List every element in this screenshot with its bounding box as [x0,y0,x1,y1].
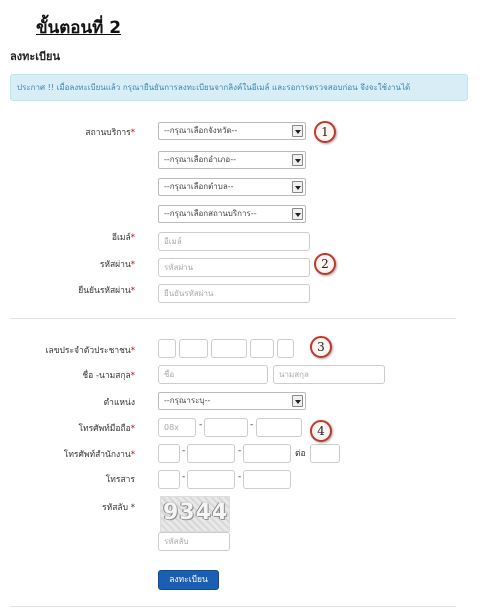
divider [10,318,456,319]
confirm-password-label: ยืนยันรหัสผ่าน* [78,286,135,296]
first-name-field[interactable]: ชื่อ [158,365,268,384]
subdistrict-select[interactable]: --กรุณาเลือกตำบล-- [158,178,306,196]
captcha-label: รหัสลับ * [102,503,135,513]
dash: - [238,446,242,456]
annotation-marker-2: 2 [314,253,336,275]
chevron-down-icon [292,181,303,193]
id-card-field-3[interactable] [211,339,247,358]
fax-end-field[interactable] [243,470,291,489]
chevron-down-icon [292,154,303,166]
mobile-mid-field[interactable] [204,418,248,437]
step-title: ขั้นตอนที่ 2 [36,18,122,38]
id-card-field-5[interactable] [277,339,294,358]
id-card-field-4[interactable] [250,339,274,358]
id-card-field-2[interactable] [179,339,208,358]
position-select[interactable]: --กรุณาระบุ-- [158,392,306,410]
fax-area-field[interactable] [158,470,180,489]
password-field[interactable]: รหัสผ่าน [158,258,310,277]
id-card-field-1[interactable] [158,339,176,358]
chevron-down-icon [292,395,303,407]
mobile-end-field[interactable] [256,418,302,437]
office-phone-label: โทรศัพท์สำนักงาน* [63,450,135,460]
mobile-label: โทรศัพท์มือถือ* [78,424,135,434]
chevron-down-icon [292,208,303,220]
dash: - [182,472,186,482]
password-label: รหัสผ่าน* [99,260,135,270]
annotation-marker-1: 1 [314,121,336,143]
district-select[interactable]: --กรุณาเลือกอำเภอ-- [158,151,306,169]
office-phone-end-field[interactable] [243,444,291,463]
captcha-image: 9344 [160,496,230,532]
dash: - [182,446,186,456]
divider [10,606,456,607]
register-button[interactable]: ลงทะเบียน [158,570,219,590]
last-name-field[interactable]: นามสกุล [273,365,385,384]
id-card-label: เลขประจำตัวประชาชน* [45,346,135,356]
facility-select[interactable]: --กรุณาเลือกสถานบริการ-- [158,205,306,223]
position-label: ตำแหน่ง [103,398,135,408]
section-title: ลงทะเบียน [10,50,60,63]
dash: - [238,472,242,482]
mobile-prefix-field[interactable]: 08x [158,418,196,437]
chevron-down-icon [292,125,303,137]
confirm-password-field[interactable]: ยืนยันรหัสผ่าน [158,284,310,303]
notice-alert: ประกาศ !! เมื่อลงทะเบียนแล้ว กรุณายืนยัน… [10,74,468,101]
annotation-marker-4: 4 [310,420,332,442]
province-select[interactable]: --กรุณาเลือกจังหวัด-- [158,122,306,140]
office-phone-area-field[interactable] [158,444,180,463]
name-label: ชื่อ -นามสกุล* [82,371,135,381]
annotation-marker-3: 3 [310,336,332,358]
office-phone-mid-field[interactable] [187,444,235,463]
service-location-label: สถานบริการ* [85,128,135,138]
fax-label: โทรสาร [105,475,135,485]
email-field[interactable]: อีเมล์ [158,232,310,251]
fax-mid-field[interactable] [187,470,235,489]
extension-label: ต่อ [295,449,306,459]
dash: - [199,420,203,430]
extension-field[interactable] [310,444,340,463]
email-label: อีเมล์* [111,233,135,243]
dash: - [250,420,254,430]
captcha-field[interactable]: รหัสลับ [158,532,230,551]
